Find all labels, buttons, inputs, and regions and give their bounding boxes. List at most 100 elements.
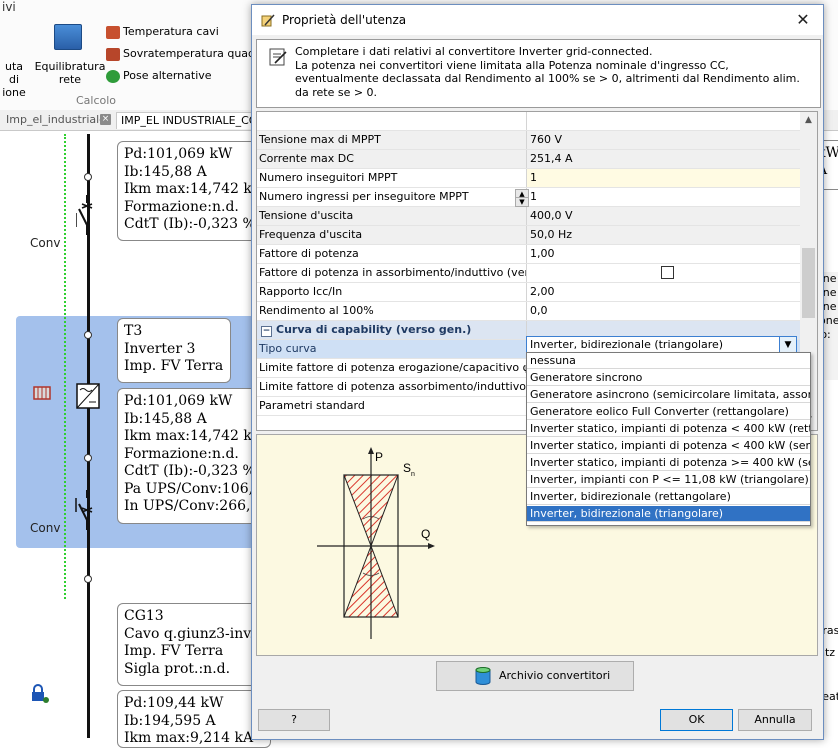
info-line: Sigla prot.:n.d. [124,660,231,677]
inseguitori-input[interactable]: 1 [527,169,801,187]
lock-network-icon [32,684,49,703]
ribbon-small-item-sovratemperatura[interactable]: Sovratemperatura quadri [106,47,263,61]
property-row-frequenza[interactable]: Frequenza d'uscita 50,0 Hz [257,226,801,245]
dialog-title: Proprietà dell'utenza [282,13,407,27]
info-line: CdtT (Ib):-0,323 % [124,463,256,479]
connection-node [84,575,92,583]
ribbon-group-label: Calcolo [76,94,117,107]
ribbon-left-label-top: uta di [4,60,24,86]
property-row-fp-assorbimento[interactable]: Fattore di potenza in assorbimento/indut… [257,264,801,283]
close-tab-icon[interactable]: × [100,114,111,125]
cancel-button[interactable]: Annulla [738,709,812,731]
info-panel: Completare i dati relativi al convertito… [256,39,821,108]
sn-label: S [403,461,411,475]
help-button[interactable]: ? [258,709,330,731]
node-info-box[interactable]: Pd:109,44 kW Ib:194,595 A Ikm max:9,214 … [117,690,271,748]
info-line: Imp. FV Terra [124,643,224,659]
chevron-down-icon[interactable]: ▼ [779,337,796,353]
dropdown-option[interactable]: Generatore eolico Full Converter (rettan… [527,404,810,420]
dropdown-option[interactable]: Generatore asincrono (semicircolare limi… [527,387,810,403]
fp-assorbimento-checkbox[interactable] [661,266,674,279]
dropdown-option[interactable]: Inverter statico, impianti di potenza >=… [527,455,810,471]
info-line: Ikm max:14,742 kA [124,428,263,444]
ribbon-small-item-pose[interactable]: Pose alternative [106,69,212,83]
cg13-cable-box[interactable]: CG13 Cavo q.giunz3-inv.T Imp. FV Terra S… [117,603,271,686]
dialog-titlebar[interactable]: Proprietà dell'utenza ✕ [252,5,823,35]
property-value[interactable]: 400,0 V [527,207,801,225]
dropdown-option[interactable]: Inverter, bidirezionale (rettangolare) [527,489,810,505]
info-line: In UPS/Conv:266,2 [124,498,260,514]
property-value[interactable] [527,112,801,130]
property-name: Parametri standard [257,397,527,415]
capability-curve-diagram: P Q S n [317,447,435,639]
property-row-tensione-uscita[interactable]: Tensione d'uscita 400,0 V [257,207,801,226]
equilibratura-label: Equilibratura rete [34,60,106,86]
dropdown-option[interactable]: nessuna [527,353,810,369]
ribbon-left-label-bottom: ione [2,86,26,99]
dropdown-option[interactable]: Generatore sincrono [527,370,810,386]
fattore-potenza-input[interactable]: 1,00 [527,245,801,263]
info-line: Ib:194,595 A [124,712,216,729]
dropdown-option-selected[interactable]: Inverter, bidirezionale (triangolare) [527,506,810,522]
property-row-inseguitori[interactable]: Numero inseguitori MPPT 1 [257,169,801,188]
node-info-box[interactable]: Pd:101,069 kW Ib:145,88 A Ikm max:14,742… [117,388,271,524]
info-line: Pd:101,069 kW [124,393,233,409]
property-name: Fattore di potenza in assorbimento/indut… [257,264,527,282]
category-name: Curva di capability (verso gen.) [276,323,472,336]
ok-button[interactable]: OK [660,709,733,731]
document-tab-1[interactable]: Imp_el_industriale [2,112,110,128]
rendimento-input[interactable]: 0,0 [527,302,801,320]
node-info-box[interactable]: Pd:101,069 kW Ib:145,88 A Ikm max:14,742… [117,141,271,241]
dropdown-option[interactable]: Inverter statico, impianti di potenza < … [527,438,810,454]
info-line: Ikm max:9,214 kA [124,730,254,746]
property-name: Tensione d'uscita [257,207,527,225]
property-name: Tipo curva [257,340,527,358]
property-name [257,112,527,130]
scroll-up-icon[interactable]: ▲ [800,112,817,129]
dropdown-option[interactable]: Inverter, impianti con P <= 11,08 kW (tr… [527,472,810,488]
utility-properties-icon [261,14,275,27]
property-value[interactable]: 251,4 A [527,150,801,168]
close-icon[interactable]: ✕ [792,10,814,30]
t3-inverter-box[interactable]: T3 Inverter 3 Imp. FV Terra [117,318,231,383]
edit-note-icon [269,48,287,66]
property-name: Rapporto Icc/In [257,283,527,301]
property-row-corrente-dc[interactable]: Corrente max DC 251,4 A [257,150,801,169]
document-tab-2[interactable]: IMP_EL INDUSTRIALE_CON [116,112,266,129]
sn-subscript: n [411,471,415,478]
property-name: Numero ingressi per inseguitore MPPT [257,188,527,206]
info-line: CG13 [124,608,164,624]
property-row-rendimento[interactable]: Rendimento al 100% 0,0 [257,302,801,321]
archivio-convertitori-button[interactable]: Archivio convertitori [436,661,634,691]
p-axis-label: P [375,450,383,464]
q-axis-label: Q [421,527,430,541]
property-row-icc-in[interactable]: Rapporto Icc/In 2,00 [257,283,801,302]
property-row-ingressi[interactable]: Numero ingressi per inseguitore MPPT 1 ▲… [257,188,801,207]
inverter-symbol-icon[interactable] [76,383,100,409]
property-value[interactable]: 50,0 Hz [527,226,801,244]
info-line: Formazione:n.d. [124,198,239,215]
property-value[interactable]: 760 V [527,131,801,149]
q-axis-arrow [428,543,435,549]
spin-down-icon[interactable]: ▼ [515,197,529,207]
property-row-fattore-potenza[interactable]: Fattore di potenza 1,00 [257,245,801,264]
collapse-icon[interactable]: − [261,326,272,337]
ribbon-button-left-fragment[interactable]: uta di ione [0,60,28,99]
properties-dialog: Proprietà dell'utenza ✕ Completare i dat… [251,4,824,740]
icc-in-input[interactable]: 2,00 [527,283,801,301]
connection-node [84,454,92,462]
property-row[interactable] [257,112,801,131]
ingressi-input[interactable]: 1 [527,188,801,206]
property-row-tensione-mppt[interactable]: Tensione max di MPPT 760 V [257,131,801,150]
ribbon-small-item-temperatura[interactable]: Temperatura cavi [106,25,219,39]
property-name: Frequenza d'uscita [257,226,527,244]
tipo-curva-dropdown[interactable]: nessuna Generatore sincrono Generatore a… [526,352,811,526]
property-name: Limite fattore di potenza erogazione/cap… [257,359,527,377]
info-line: Ib:145,88 A [124,410,207,427]
breaker-symbol-icon [75,490,93,530]
connection-node [84,331,92,339]
property-name: Tensione max di MPPT [257,131,527,149]
scroll-thumb[interactable] [802,248,815,318]
info-line: Pa UPS/Conv:106,5 [124,480,262,497]
dropdown-option[interactable]: Inverter statico, impianti di potenza < … [527,421,810,437]
